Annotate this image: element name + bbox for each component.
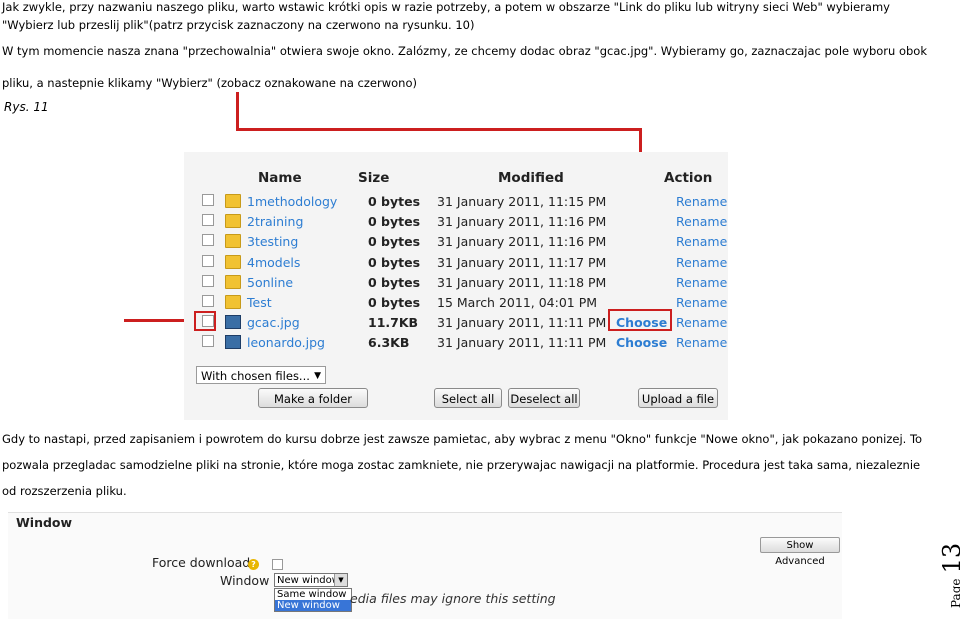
rename-link[interactable]: Rename — [676, 275, 727, 290]
deselect-all-button[interactable]: Deselect all — [508, 388, 580, 408]
file-name-link[interactable]: Test — [247, 295, 272, 310]
table-header: Name Size Modified Action — [192, 166, 722, 192]
page-footer: Page 13 — [938, 536, 960, 608]
rename-link[interactable]: Rename — [676, 234, 727, 249]
rename-link[interactable]: Rename — [676, 315, 727, 330]
table-row: 2training 0 bytes 31 January 2011, 11:16 P… — [192, 212, 727, 232]
file-name-link[interactable]: 5online — [247, 275, 293, 290]
red-marker-line — [236, 128, 642, 131]
paragraph-line: Jak zwykle, przy nazwaniu naszego pliku,… — [2, 0, 890, 14]
folder-icon — [225, 294, 241, 309]
rename-link[interactable]: Rename — [676, 255, 727, 270]
force-download-label: Force download — [152, 555, 251, 570]
file-name-link[interactable]: 2training — [247, 214, 303, 229]
row-checkbox[interactable] — [202, 254, 214, 267]
file-name-link[interactable]: 1methodology — [247, 194, 337, 209]
folder-icon — [225, 254, 241, 269]
file-modified: 31 January 2011, 11:16 PM — [437, 214, 607, 230]
red-highlight-choose — [608, 309, 672, 331]
image-icon — [225, 335, 241, 350]
file-modified: 31 January 2011, 11:16 PM — [437, 234, 607, 250]
chevron-down-icon: ▼ — [334, 574, 347, 586]
window-settings-screenshot: Window Show Advanced Force download ? Wi… — [8, 512, 842, 619]
option-new-window[interactable]: New window — [275, 600, 351, 611]
file-modified: 31 January 2011, 11:11 PM — [437, 335, 607, 351]
file-name-link[interactable]: 4models — [247, 255, 300, 270]
chevron-down-icon: ▼ — [314, 371, 321, 381]
file-size: 6.3KB — [368, 335, 410, 351]
red-marker-line — [236, 92, 239, 130]
folder-icon — [225, 234, 241, 249]
file-size: 0 bytes — [368, 254, 421, 270]
red-highlight-checkbox — [194, 311, 216, 331]
file-size: 11.7KB — [368, 315, 419, 331]
page-number: 13 — [938, 542, 960, 574]
file-name-link[interactable]: gcac.jpg — [247, 315, 300, 330]
folder-icon — [225, 274, 241, 289]
file-manager-screenshot: Name Size Modified Action 1methodology 0 … — [184, 152, 728, 420]
with-chosen-select[interactable]: With chosen files... ▼ — [196, 366, 326, 384]
file-size: 0 bytes — [368, 274, 421, 290]
table-row: 1methodology 0 bytes 31 January 2011, 11:1… — [192, 192, 727, 212]
figure-caption: Rys. 11 — [4, 100, 49, 114]
option-same-window[interactable]: Same window — [275, 589, 351, 600]
file-name-link[interactable]: leonardo.jpg — [247, 335, 325, 350]
section-title: Window — [16, 515, 73, 530]
file-modified: 31 January 2011, 11:11 PM — [437, 315, 607, 331]
row-checkbox[interactable] — [202, 294, 214, 307]
file-modified: 15 March 2011, 04:01 PM — [437, 294, 598, 310]
paragraph-line: od rozszerzenia pliku. — [2, 484, 127, 498]
row-checkbox[interactable] — [202, 214, 214, 227]
file-size: 0 bytes — [368, 294, 421, 310]
image-icon — [225, 315, 241, 330]
file-size: 0 bytes — [368, 234, 421, 250]
rename-link[interactable]: Rename — [676, 214, 727, 229]
file-modified: 31 January 2011, 11:18 PM — [437, 274, 607, 290]
rename-link[interactable]: Rename — [676, 335, 727, 350]
header-size: Size — [358, 170, 390, 186]
table-row: 3testing 0 bytes 31 January 2011, 11:16 PM… — [192, 232, 727, 252]
rename-link[interactable]: Rename — [676, 194, 727, 209]
choose-link[interactable]: Choose — [616, 335, 667, 350]
page-word: Page — [949, 578, 960, 608]
force-download-checkbox[interactable] — [272, 559, 283, 570]
file-size: 0 bytes — [368, 194, 421, 209]
show-advanced-button[interactable]: Show Advanced — [760, 537, 840, 567]
file-modified: 31 January 2011, 11:15 PM — [437, 194, 607, 209]
row-checkbox[interactable] — [202, 194, 214, 206]
header-action: Action — [664, 170, 713, 186]
upload-file-button[interactable]: Upload a file — [638, 388, 718, 408]
table-row: leonardo.jpg 6.3KB 31 January 2011, 11:11 … — [192, 333, 727, 353]
paragraph-line: "Wybierz lub przeslij plik"(patrz przyci… — [2, 18, 475, 32]
paragraph-line: Gdy to nastapi, przed zapisaniem i powro… — [2, 432, 923, 446]
file-name-link[interactable]: 3testing — [247, 234, 298, 249]
window-select[interactable]: New window ▼ — [274, 573, 348, 587]
paragraph-line: pliku, a nastepnie klikamy "Wybierz" (zo… — [2, 76, 417, 90]
row-checkbox[interactable] — [202, 234, 214, 247]
header-name: Name — [258, 170, 302, 186]
row-checkbox[interactable] — [202, 274, 214, 287]
header-modified: Modified — [498, 170, 564, 186]
help-icon[interactable]: ? — [248, 559, 259, 570]
paragraph-line: W tym momencie nasza znana "przechowalni… — [2, 44, 927, 58]
table-row: 4models 0 bytes 31 January 2011, 11:17 PM R… — [192, 253, 727, 273]
paragraph-line: pozwala przegladac samodzielne pliki na … — [2, 458, 921, 472]
file-size: 0 bytes — [368, 214, 421, 230]
file-modified: 31 January 2011, 11:17 PM — [437, 254, 607, 270]
table-row: 5online 0 bytes 31 January 2011, 11:18 PM R… — [192, 273, 727, 293]
make-folder-button[interactable]: Make a folder — [258, 388, 368, 408]
settings-note: edia files may ignore this setting — [350, 591, 556, 606]
window-options-list: Same window New window — [274, 588, 352, 612]
folder-icon — [225, 214, 241, 229]
select-all-button[interactable]: Select all — [434, 388, 502, 408]
row-checkbox[interactable] — [202, 335, 214, 348]
rename-link[interactable]: Rename — [676, 295, 727, 310]
window-label: Window — [220, 573, 270, 588]
folder-icon — [225, 194, 241, 208]
